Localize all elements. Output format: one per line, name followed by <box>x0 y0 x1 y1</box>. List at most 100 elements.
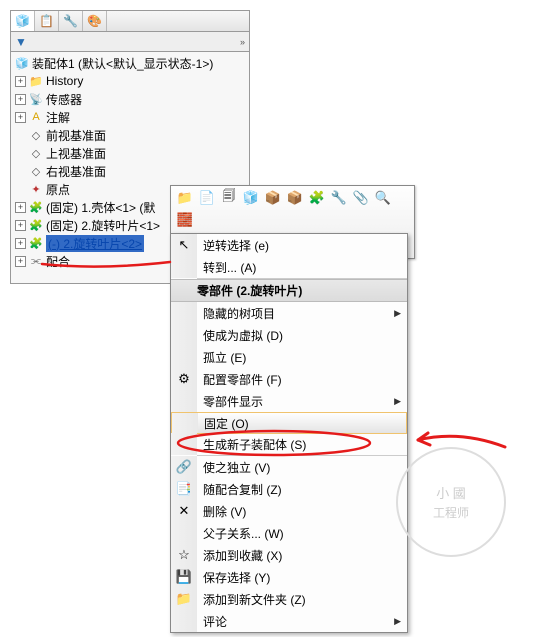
annotation-arrow <box>410 425 510 455</box>
tree-item-label: (固定) 1.壳体<1> (默 <box>46 199 155 216</box>
tree-item[interactable]: +📁History <box>15 72 245 90</box>
menu-item-label: 添加到新文件夹 (Z) <box>197 591 407 608</box>
tree-item[interactable]: +A注解 <box>15 108 245 126</box>
menu-item[interactable]: 隐藏的树项目▶ <box>171 302 407 324</box>
mate-icon: ⫘ <box>29 254 43 268</box>
menu-item-label: 逆转选择 (e) <box>197 237 407 254</box>
menu-item-label: 隐藏的树项目 <box>197 305 407 322</box>
blank-icon <box>171 522 197 544</box>
part-icon: 🧩 <box>29 236 43 250</box>
menu-item[interactable]: 固定 (O) <box>171 412 407 434</box>
toolbar-button[interactable]: 📄 <box>198 189 216 207</box>
menu-item[interactable]: ☆添加到收藏 (X) <box>171 544 407 566</box>
watermark-big: 工程师 <box>433 504 469 521</box>
submenu-arrow: ▶ <box>394 616 401 627</box>
tab-property[interactable]: 📋 <box>35 11 59 31</box>
tree-item-label: History <box>46 74 83 88</box>
expand-toggle[interactable]: + <box>15 202 26 213</box>
menu-item[interactable]: 孤立 (E) <box>171 346 407 368</box>
menu-item[interactable]: 父子关系... (W) <box>171 522 407 544</box>
menu-item-label: 使成为虚拟 (D) <box>197 327 407 344</box>
toolbar-button[interactable]: 🔧 <box>330 189 348 207</box>
toolbar-button[interactable]: 🧊 <box>242 189 260 207</box>
copy-mate-icon: 📑 <box>171 478 197 500</box>
menu-item[interactable]: 使成为虚拟 (D) <box>171 324 407 346</box>
toolbar-button[interactable]: 📎 <box>352 189 370 207</box>
toolbar-button[interactable]: 🔍 <box>374 189 392 207</box>
favorite-icon: ☆ <box>171 544 197 566</box>
tree-item-label: 前视基准面 <box>46 127 106 144</box>
manager-tabs: 🧊 📋 🔧 🎨 <box>10 10 250 32</box>
tab-config[interactable]: 🔧 <box>59 11 83 31</box>
menu-item[interactable]: 💾保存选择 (Y) <box>171 566 407 588</box>
menu-item-label: 保存选择 (Y) <box>197 569 407 586</box>
plane-icon: ◇ <box>29 146 43 160</box>
menu-item-label: 孤立 (E) <box>197 349 407 366</box>
blank-icon <box>171 256 197 278</box>
menu-item-label: 删除 (V) <box>197 503 407 520</box>
menu-item[interactable]: 评论▶ <box>171 610 407 632</box>
toolbar-button[interactable]: 📦 <box>286 189 304 207</box>
menu-item[interactable]: 🔗使之独立 (V) <box>171 456 407 478</box>
blank-icon <box>171 433 197 455</box>
feature-tree-icon: 🧊 <box>15 14 30 28</box>
context-menu: ↖逆转选择 (e)转到... (A)零部件 (2.旋转叶片)隐藏的树项目▶使成为… <box>170 233 408 633</box>
filter-input[interactable] <box>31 35 240 49</box>
history-icon: 📁 <box>29 74 43 88</box>
filter-bar: ▼ » <box>10 32 250 52</box>
save-icon: 💾 <box>171 566 197 588</box>
menu-item[interactable]: 转到... (A) <box>171 256 407 278</box>
toolbar-button[interactable]: 🧱 <box>176 211 194 229</box>
expand-toggle[interactable]: + <box>15 94 26 105</box>
tree-item[interactable]: ◇上视基准面 <box>15 144 245 162</box>
expand-toggle[interactable]: + <box>15 220 26 231</box>
filter-icon[interactable]: ▼ <box>15 35 27 49</box>
toolbar-button[interactable]: 🧩 <box>308 189 326 207</box>
app-root: 🧊 📋 🔧 🎨 ▼ » 🧊 装配体1 (默认<默认_显示状态-1>) +📁His… <box>10 10 526 617</box>
tree-item-label: (-) 2.旋转叶片<2> <box>46 235 144 252</box>
menu-item-label: 零部件显示 <box>197 393 407 410</box>
menu-item[interactable]: ✕删除 (V) <box>171 500 407 522</box>
menu-item[interactable]: ⚙配置零部件 (F) <box>171 368 407 390</box>
expand-icon[interactable]: » <box>240 37 245 47</box>
plane-icon: ◇ <box>29 164 43 178</box>
blank-icon <box>171 390 197 412</box>
menu-item[interactable]: 📁添加到新文件夹 (Z) <box>171 588 407 610</box>
part-icon: 🧩 <box>29 200 43 214</box>
tree-item[interactable]: ◇前视基准面 <box>15 126 245 144</box>
toolbar-button[interactable]: 📁 <box>176 189 194 207</box>
menu-item-label: 使之独立 (V) <box>197 459 407 476</box>
menu-item-label: 生成新子装配体 (S) <box>197 436 407 453</box>
config-icon: 🔧 <box>63 14 78 28</box>
expand-toggle[interactable]: + <box>15 112 26 123</box>
toolbar-button[interactable]: 📦 <box>264 189 282 207</box>
tree-item-label: 配合 <box>46 253 70 270</box>
expand-toggle[interactable]: + <box>15 76 26 87</box>
tree-root[interactable]: 🧊 装配体1 (默认<默认_显示状态-1>) <box>15 54 245 72</box>
blank-icon <box>171 346 197 368</box>
blank-icon <box>172 413 198 433</box>
menu-item[interactable]: ↖逆转选择 (e) <box>171 234 407 256</box>
plane-icon: ◇ <box>29 128 43 142</box>
expand-toggle[interactable]: + <box>15 238 26 249</box>
menu-item-label: 固定 (O) <box>198 415 406 432</box>
menu-item[interactable]: 生成新子装配体 (S) <box>171 433 407 455</box>
menu-item-label: 添加到收藏 (X) <box>197 547 407 564</box>
blank-icon <box>171 302 197 324</box>
cursor-icon: ↖ <box>171 234 197 256</box>
tree-item-label: (固定) 2.旋转叶片<1> <box>46 217 160 234</box>
sensor-icon: 📡 <box>29 92 43 106</box>
menu-item[interactable]: 📑随配合复制 (Z) <box>171 478 407 500</box>
blank-icon <box>171 324 197 346</box>
property-icon: 📋 <box>39 14 54 28</box>
menu-item-label: 随配合复制 (Z) <box>197 481 407 498</box>
expand-toggle[interactable]: + <box>15 256 26 267</box>
menu-section-header: 零部件 (2.旋转叶片) <box>171 279 407 302</box>
tree-item[interactable]: ◇右视基准面 <box>15 162 245 180</box>
delete-icon: ✕ <box>171 500 197 522</box>
tree-item[interactable]: +📡传感器 <box>15 90 245 108</box>
menu-item[interactable]: 零部件显示▶ <box>171 390 407 412</box>
tab-feature-tree[interactable]: 🧊 <box>11 11 35 31</box>
tab-appearance[interactable]: 🎨 <box>83 11 107 31</box>
toolbar-button[interactable]: 🗐 <box>220 189 238 207</box>
